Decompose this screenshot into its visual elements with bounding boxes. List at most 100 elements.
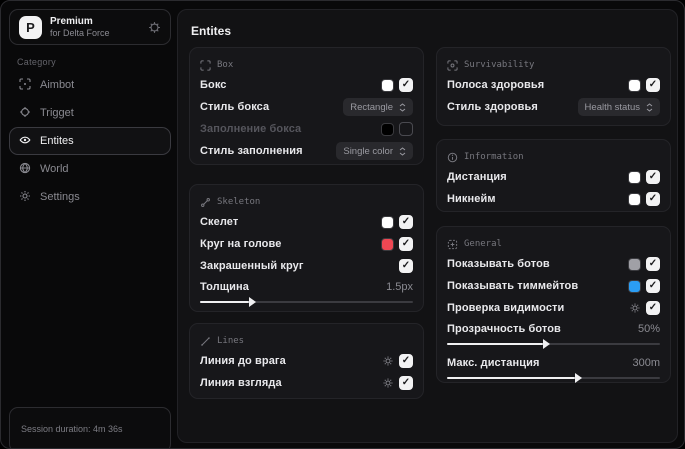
option-row: Стиль здоровья Health status [447,96,660,118]
box-style-select[interactable]: Rectangle [343,98,413,116]
gear-icon[interactable] [382,355,394,367]
option-row: Полоса здоровья [447,74,660,96]
gear-icon[interactable] [629,302,641,314]
option-row: Стиль заполнения Single color [200,140,413,162]
bone-icon [200,197,211,208]
app-subtitle: for Delta Force [50,27,110,38]
option-label: Стиль заполнения [200,145,303,157]
checkbox[interactable] [646,279,660,293]
checkbox[interactable] [399,259,413,273]
sidebar-item-trigget[interactable]: Trigget [9,99,171,127]
option-label: Стиль здоровья [447,101,538,113]
slider-thumb[interactable] [248,297,256,307]
option-label: Полоса здоровья [447,79,545,91]
crosshair-icon [19,106,31,121]
color-swatch[interactable] [628,78,641,92]
checkbox[interactable] [646,301,660,315]
category-label: Category [17,57,56,67]
option-row: Дистанция [447,166,660,188]
checkbox[interactable] [399,78,413,92]
sidebar-item-entites[interactable]: Entites [9,127,171,155]
session-duration: Session duration: 4m 36s [21,424,123,434]
checkbox[interactable] [646,170,660,184]
sidebar-item-label: Trigget [40,107,74,119]
checkbox[interactable] [399,376,413,390]
color-swatch[interactable] [628,170,641,184]
checkbox[interactable] [399,237,413,251]
option-row: Линия до врага [200,350,413,372]
thickness-slider[interactable] [200,297,413,307]
sidebar-item-settings[interactable]: Settings [9,183,171,211]
box-card: Box Бокс Стиль бокса Rectangle [189,47,424,165]
grid-icon [447,239,458,250]
panel-header: Lines [217,336,245,346]
color-swatch[interactable] [628,279,641,293]
sidebar-nav: Aimbot Trigget Entites World Settings [9,71,171,211]
select-value: Health status [584,101,640,113]
option-row: Скелет [200,211,413,233]
health-style-select[interactable]: Health status [577,98,660,116]
sync-icon[interactable] [148,21,161,34]
fill-style-select[interactable]: Single color [336,142,413,160]
slider-value: 50% [637,323,660,335]
option-row: Никнейм [447,188,660,210]
survivability-card: Survivability Полоса здоровья Стиль здор… [436,47,671,126]
box-icon [200,59,211,71]
line-icon [200,336,211,347]
slider-value: 1.5px [386,281,413,293]
sidebar-item-world[interactable]: World [9,155,171,183]
checkbox[interactable] [399,122,413,136]
option-row: Закрашенный круг [200,255,413,277]
slider-thumb[interactable] [574,373,582,383]
option-label: Прозрачность ботов [447,323,561,335]
slider-thumb[interactable] [542,339,550,349]
option-label: Линия взгляда [200,377,282,389]
select-value: Single color [343,145,393,157]
option-label: Макс. дистанция [447,357,540,369]
option-row: Стиль бокса Rectangle [200,96,413,118]
checkbox[interactable] [646,257,660,271]
checkbox[interactable] [646,192,660,206]
checkbox[interactable] [399,215,413,229]
chevron-updown-icon [646,102,653,112]
scan-target-icon [447,59,458,71]
general-card: General Показывать ботов Показывать тимм… [436,226,671,383]
option-label: Бокс [200,79,227,91]
color-swatch[interactable] [628,257,641,271]
sidebar-item-label: Entites [40,135,74,147]
premium-card: P Premium for Delta Force [9,9,171,45]
option-label: Показывать ботов [447,258,550,270]
color-swatch[interactable] [381,215,394,229]
sidebar-item-label: Aimbot [40,79,75,91]
session-card: Session duration: 4m 36s [9,407,171,448]
checkbox[interactable] [646,78,660,92]
color-swatch[interactable] [628,192,641,206]
panel-header: Survivability [464,60,535,70]
info-icon [447,152,458,163]
panel-header: Skeleton [217,197,261,207]
globe-icon [19,162,31,177]
app-logo: P [19,15,42,39]
lines-card: Lines Линия до врага Линия взгляда [189,323,424,399]
max-distance-slider[interactable] [447,373,660,383]
option-row: Линия взгляда [200,372,413,394]
panel-header: General [464,239,502,249]
option-label: Никнейм [447,193,496,205]
color-swatch[interactable] [381,78,394,92]
option-label: Линия до врага [200,355,286,367]
main-panel: Entites Box Бокс Стиль бокса [177,9,678,443]
app-name: Premium [50,16,93,28]
sidebar-item-label: Settings [40,191,80,203]
slider-label-row: Прозрачность ботов 50% [447,319,660,339]
sidebar-item-aimbot[interactable]: Aimbot [9,71,171,99]
skeleton-card: Skeleton Скелет Круг на голове Закрашенн… [189,184,424,312]
option-label: Круг на голове [200,238,282,250]
color-swatch[interactable] [381,122,394,136]
gear-icon[interactable] [382,377,394,389]
checkbox[interactable] [399,354,413,368]
color-swatch[interactable] [381,237,394,251]
eye-scan-icon [19,134,31,149]
page-title: Entites [191,24,232,38]
option-label: Скелет [200,216,239,228]
bot-opacity-slider[interactable] [447,339,660,349]
